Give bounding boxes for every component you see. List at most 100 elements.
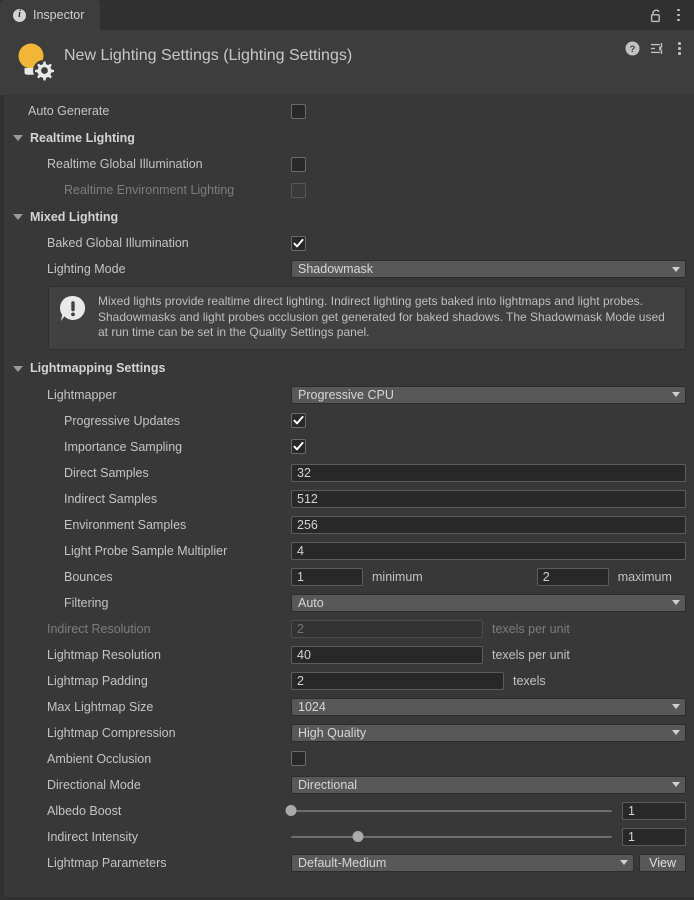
object-header: New Lighting Settings (Lighting Settings… (0, 30, 694, 104)
environment-samples-label: Environment Samples (4, 518, 186, 532)
max-lightmap-size-dropdown[interactable]: 1024 (291, 698, 686, 716)
bounces-min-value: 1 (297, 570, 304, 584)
lightmapper-label: Lightmapper (4, 388, 117, 402)
lighting-mode-dropdown[interactable]: Shadowmask (291, 260, 686, 278)
kebab-menu-icon[interactable] (674, 7, 683, 24)
lightmap-compression-label: Lightmap Compression (4, 726, 176, 740)
indirect-resolution-control: 2 texels per unit (291, 620, 686, 638)
section-realtime-lighting[interactable]: Realtime Lighting (4, 124, 694, 151)
row-lightmapper: Lightmapper Progressive CPU (4, 382, 694, 408)
section-title: Lightmapping Settings (30, 361, 165, 375)
row-realtime-gi: Realtime Global Illumination (4, 151, 694, 177)
indirect-samples-input[interactable]: 512 (291, 490, 686, 508)
max-lightmap-size-label: Max Lightmap Size (4, 700, 153, 714)
section-title: Mixed Lighting (30, 210, 118, 224)
chevron-down-icon (13, 135, 23, 141)
importance-sampling-checkbox[interactable] (291, 439, 306, 454)
slider-handle[interactable] (286, 805, 297, 816)
light-probe-multiplier-value: 4 (297, 544, 304, 558)
row-auto-generate: Auto Generate (4, 98, 694, 124)
environment-samples-control: 256 (291, 516, 686, 534)
auto-generate-checkbox[interactable] (291, 104, 306, 119)
chevron-down-icon (13, 214, 23, 220)
section-lightmapping-settings[interactable]: Lightmapping Settings (4, 355, 694, 382)
check-icon (293, 238, 304, 249)
lighting-mode-control: Shadowmask (291, 260, 686, 278)
progressive-updates-control (291, 413, 686, 428)
albedo-boost-value: 1 (628, 804, 635, 818)
light-probe-multiplier-input[interactable]: 4 (291, 542, 686, 560)
row-light-probe-multiplier: Light Probe Sample Multiplier 4 (4, 538, 694, 564)
albedo-boost-input[interactable]: 1 (622, 802, 686, 820)
progressive-updates-checkbox[interactable] (291, 413, 306, 428)
tab-bar: i Inspector (0, 0, 694, 30)
realtime-env-lighting-control (291, 183, 686, 198)
importance-sampling-control (291, 439, 686, 454)
lightmapper-value: Progressive CPU (298, 388, 394, 402)
max-lightmap-size-control: 1024 (291, 698, 686, 716)
indirect-samples-control: 512 (291, 490, 686, 508)
realtime-gi-label: Realtime Global Illumination (4, 157, 203, 171)
realtime-gi-checkbox[interactable] (291, 157, 306, 172)
chevron-down-icon (13, 366, 23, 372)
progressive-updates-label: Progressive Updates (4, 414, 180, 428)
chevron-down-icon (672, 782, 680, 787)
chevron-down-icon (672, 600, 680, 605)
row-lightmap-parameters: Lightmap Parameters Default-Medium View (4, 850, 694, 876)
indirect-resolution-unit: texels per unit (492, 622, 570, 636)
realtime-env-lighting-label: Realtime Environment Lighting (4, 183, 234, 197)
svg-text:?: ? (630, 44, 636, 55)
ambient-occlusion-checkbox[interactable] (291, 751, 306, 766)
light-probe-multiplier-label: Light Probe Sample Multiplier (4, 544, 227, 558)
row-max-lightmap-size: Max Lightmap Size 1024 (4, 694, 694, 720)
row-filtering: Filtering Auto (4, 590, 694, 616)
albedo-boost-label: Albedo Boost (4, 804, 121, 818)
lightmapper-control: Progressive CPU (291, 386, 686, 404)
help-icon[interactable]: ? (625, 41, 640, 56)
lock-open-icon[interactable] (650, 8, 663, 23)
lightmap-resolution-control: 40 texels per unit (291, 646, 686, 664)
lightmap-padding-input[interactable]: 2 (291, 672, 504, 690)
view-button[interactable]: View (639, 854, 686, 872)
baked-gi-checkbox[interactable] (291, 236, 306, 251)
preset-sliders-icon[interactable] (650, 41, 665, 56)
indirect-resolution-label: Indirect Resolution (4, 622, 151, 636)
environment-samples-input[interactable]: 256 (291, 516, 686, 534)
indirect-intensity-slider[interactable] (291, 829, 612, 845)
lightmap-resolution-input[interactable]: 40 (291, 646, 483, 664)
indirect-samples-label: Indirect Samples (4, 492, 157, 506)
row-lighting-mode: Lighting Mode Shadowmask (4, 256, 694, 282)
filtering-label: Filtering (4, 596, 108, 610)
slider-handle[interactable] (353, 831, 364, 842)
bounces-min-input[interactable]: 1 (291, 568, 363, 586)
row-indirect-samples: Indirect Samples 512 (4, 486, 694, 512)
row-lightmap-compression: Lightmap Compression High Quality (4, 720, 694, 746)
albedo-boost-slider[interactable] (291, 803, 612, 819)
lightmapper-dropdown[interactable]: Progressive CPU (291, 386, 686, 404)
slider-track (291, 810, 612, 812)
lighting-mode-value: Shadowmask (298, 262, 373, 276)
lightmap-compression-dropdown[interactable]: High Quality (291, 724, 686, 742)
indirect-samples-value: 512 (297, 492, 318, 506)
direct-samples-control: 32 (291, 464, 686, 482)
lightmap-parameters-dropdown[interactable]: Default-Medium (291, 854, 634, 872)
section-mixed-lighting[interactable]: Mixed Lighting (4, 203, 694, 230)
direct-samples-input[interactable]: 32 (291, 464, 686, 482)
environment-samples-value: 256 (297, 518, 318, 532)
indirect-resolution-value: 2 (297, 622, 304, 636)
directional-mode-dropdown[interactable]: Directional (291, 776, 686, 794)
bounces-max-input[interactable]: 2 (537, 568, 609, 586)
bounces-min-label: minimum (372, 570, 423, 584)
tab-inspector[interactable]: i Inspector (0, 0, 100, 30)
row-albedo-boost: Albedo Boost 1 (4, 798, 694, 824)
filtering-dropdown[interactable]: Auto (291, 594, 686, 612)
kebab-menu-icon[interactable] (675, 40, 684, 57)
indirect-intensity-value: 1 (628, 830, 635, 844)
realtime-gi-control (291, 157, 686, 172)
bounces-max-value: 2 (543, 570, 550, 584)
chevron-down-icon (620, 860, 628, 865)
baked-gi-label: Baked Global Illumination (4, 236, 189, 250)
row-directional-mode: Directional Mode Directional (4, 772, 694, 798)
indirect-intensity-input[interactable]: 1 (622, 828, 686, 846)
lightmap-padding-value: 2 (297, 674, 304, 688)
